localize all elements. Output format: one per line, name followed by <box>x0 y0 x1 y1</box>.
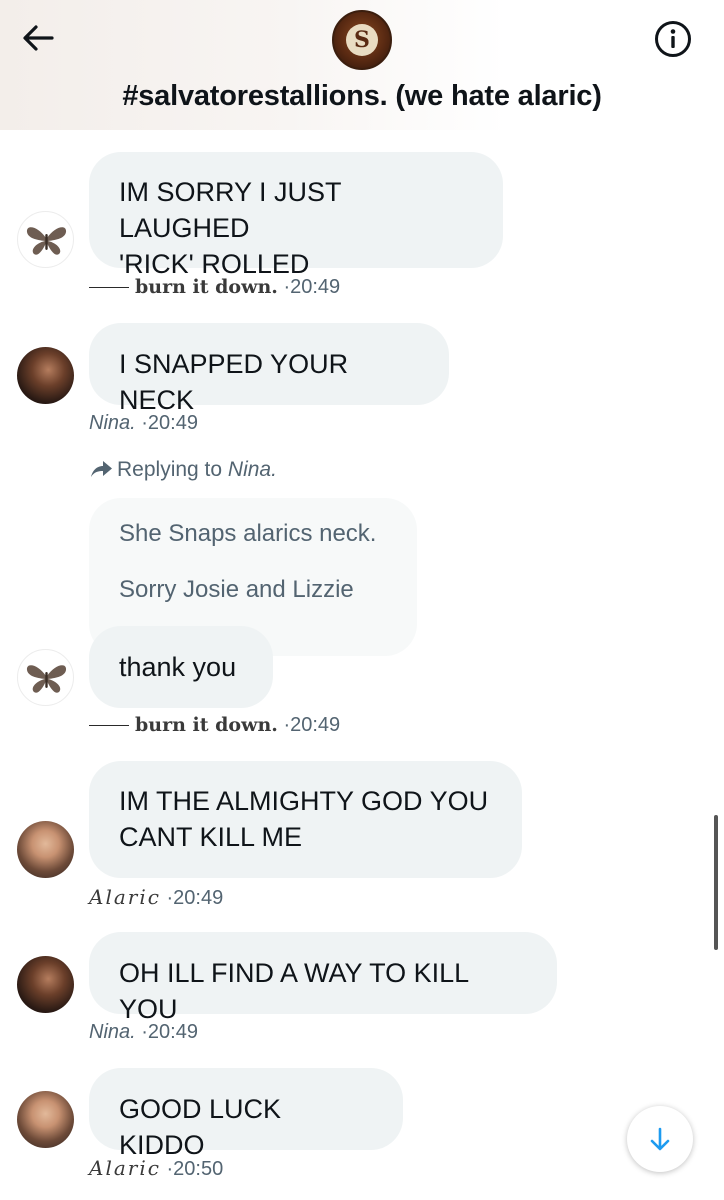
avatar-nina[interactable] <box>17 956 74 1013</box>
message-meta: burn it down. ·20:49 <box>89 714 340 737</box>
avatar-alaric[interactable] <box>17 1091 74 1148</box>
sender-name: Alaric <box>89 885 161 909</box>
message-time: ·20:49 <box>283 714 341 736</box>
quoted-text: Sorry Josie and Lizzie <box>119 576 354 603</box>
message-time: ·20:49 <box>283 276 341 298</box>
avatar-burn-it-down[interactable] <box>17 211 74 268</box>
replying-label: Replying to <box>117 458 223 481</box>
message-bubble[interactable]: I SNAPPED YOUR NECK <box>89 323 449 415</box>
conversation-header: S #salvatorestallions. (we hate alaric) <box>0 0 724 130</box>
moth-icon <box>26 227 67 255</box>
reply-arrow-icon <box>91 461 112 477</box>
message-text: OH ILL FIND A WAY TO KILL YOU <box>119 958 469 1024</box>
scrollbar-thumb[interactable] <box>714 815 718 950</box>
quoted-text: She Snaps alarics neck. <box>119 520 377 547</box>
message-text: IM THE ALMIGHTY GOD YOU <box>119 786 489 816</box>
message-meta: Alaric ·20:50 <box>89 1156 223 1181</box>
message-text: IM SORRY I JUST LAUGHED <box>119 177 342 243</box>
message-text: GOOD LUCK KIDDO <box>119 1094 282 1160</box>
message-meta: Nina. ·20:49 <box>89 412 198 435</box>
message-text: thank you <box>119 652 237 682</box>
scroll-to-bottom-button[interactable] <box>627 1106 693 1172</box>
sender-name: Alaric <box>89 1156 161 1180</box>
moth-icon <box>26 665 67 693</box>
avatar-burn-it-down[interactable] <box>17 649 74 706</box>
avatar-alaric[interactable] <box>17 821 74 878</box>
message-text: I SNAPPED YOUR NECK <box>119 349 349 415</box>
conversation-title: #salvatorestallions. (we hate alaric) <box>122 80 602 112</box>
message-bubble[interactable]: thank you <box>89 626 273 708</box>
sender-name: Nina. <box>89 412 136 434</box>
arrow-down-icon <box>650 1127 670 1151</box>
replying-to-name: Nina. <box>227 458 277 481</box>
message-text: CANT KILL ME <box>119 822 303 852</box>
signature-dash <box>89 287 129 289</box>
signature-dash <box>89 725 129 727</box>
message-bubble[interactable]: OH ILL FIND A WAY TO KILL YOU <box>89 932 557 1024</box>
back-button[interactable] <box>18 18 58 58</box>
group-avatar-letter: S <box>346 24 378 56</box>
message-meta: Alaric ·20:49 <box>89 885 223 910</box>
message-bubble[interactable]: IM SORRY I JUST LAUGHED 'RICK' ROLLED <box>89 152 503 279</box>
sender-name: burn it down. <box>135 276 278 298</box>
message-time: ·20:49 <box>166 887 224 909</box>
info-button[interactable] <box>654 20 692 58</box>
message-bubble[interactable]: IM THE ALMIGHTY GOD YOU CANT KILL ME <box>89 761 522 878</box>
avatar-nina[interactable] <box>17 347 74 404</box>
sender-name: Nina. <box>89 1021 136 1043</box>
replying-indicator: Replying to Nina. <box>89 458 277 482</box>
group-avatar[interactable]: S <box>332 10 392 70</box>
message-time: ·20:50 <box>166 1158 224 1180</box>
message-time: ·20:49 <box>141 412 198 434</box>
back-arrow-icon <box>23 25 54 51</box>
message-meta: burn it down. ·20:49 <box>89 276 340 299</box>
sender-name: burn it down. <box>135 714 278 736</box>
message-meta: Nina. ·20:49 <box>89 1021 198 1044</box>
message-bubble[interactable]: GOOD LUCK KIDDO <box>89 1068 403 1160</box>
message-time: ·20:49 <box>141 1021 198 1043</box>
info-icon <box>655 21 691 57</box>
